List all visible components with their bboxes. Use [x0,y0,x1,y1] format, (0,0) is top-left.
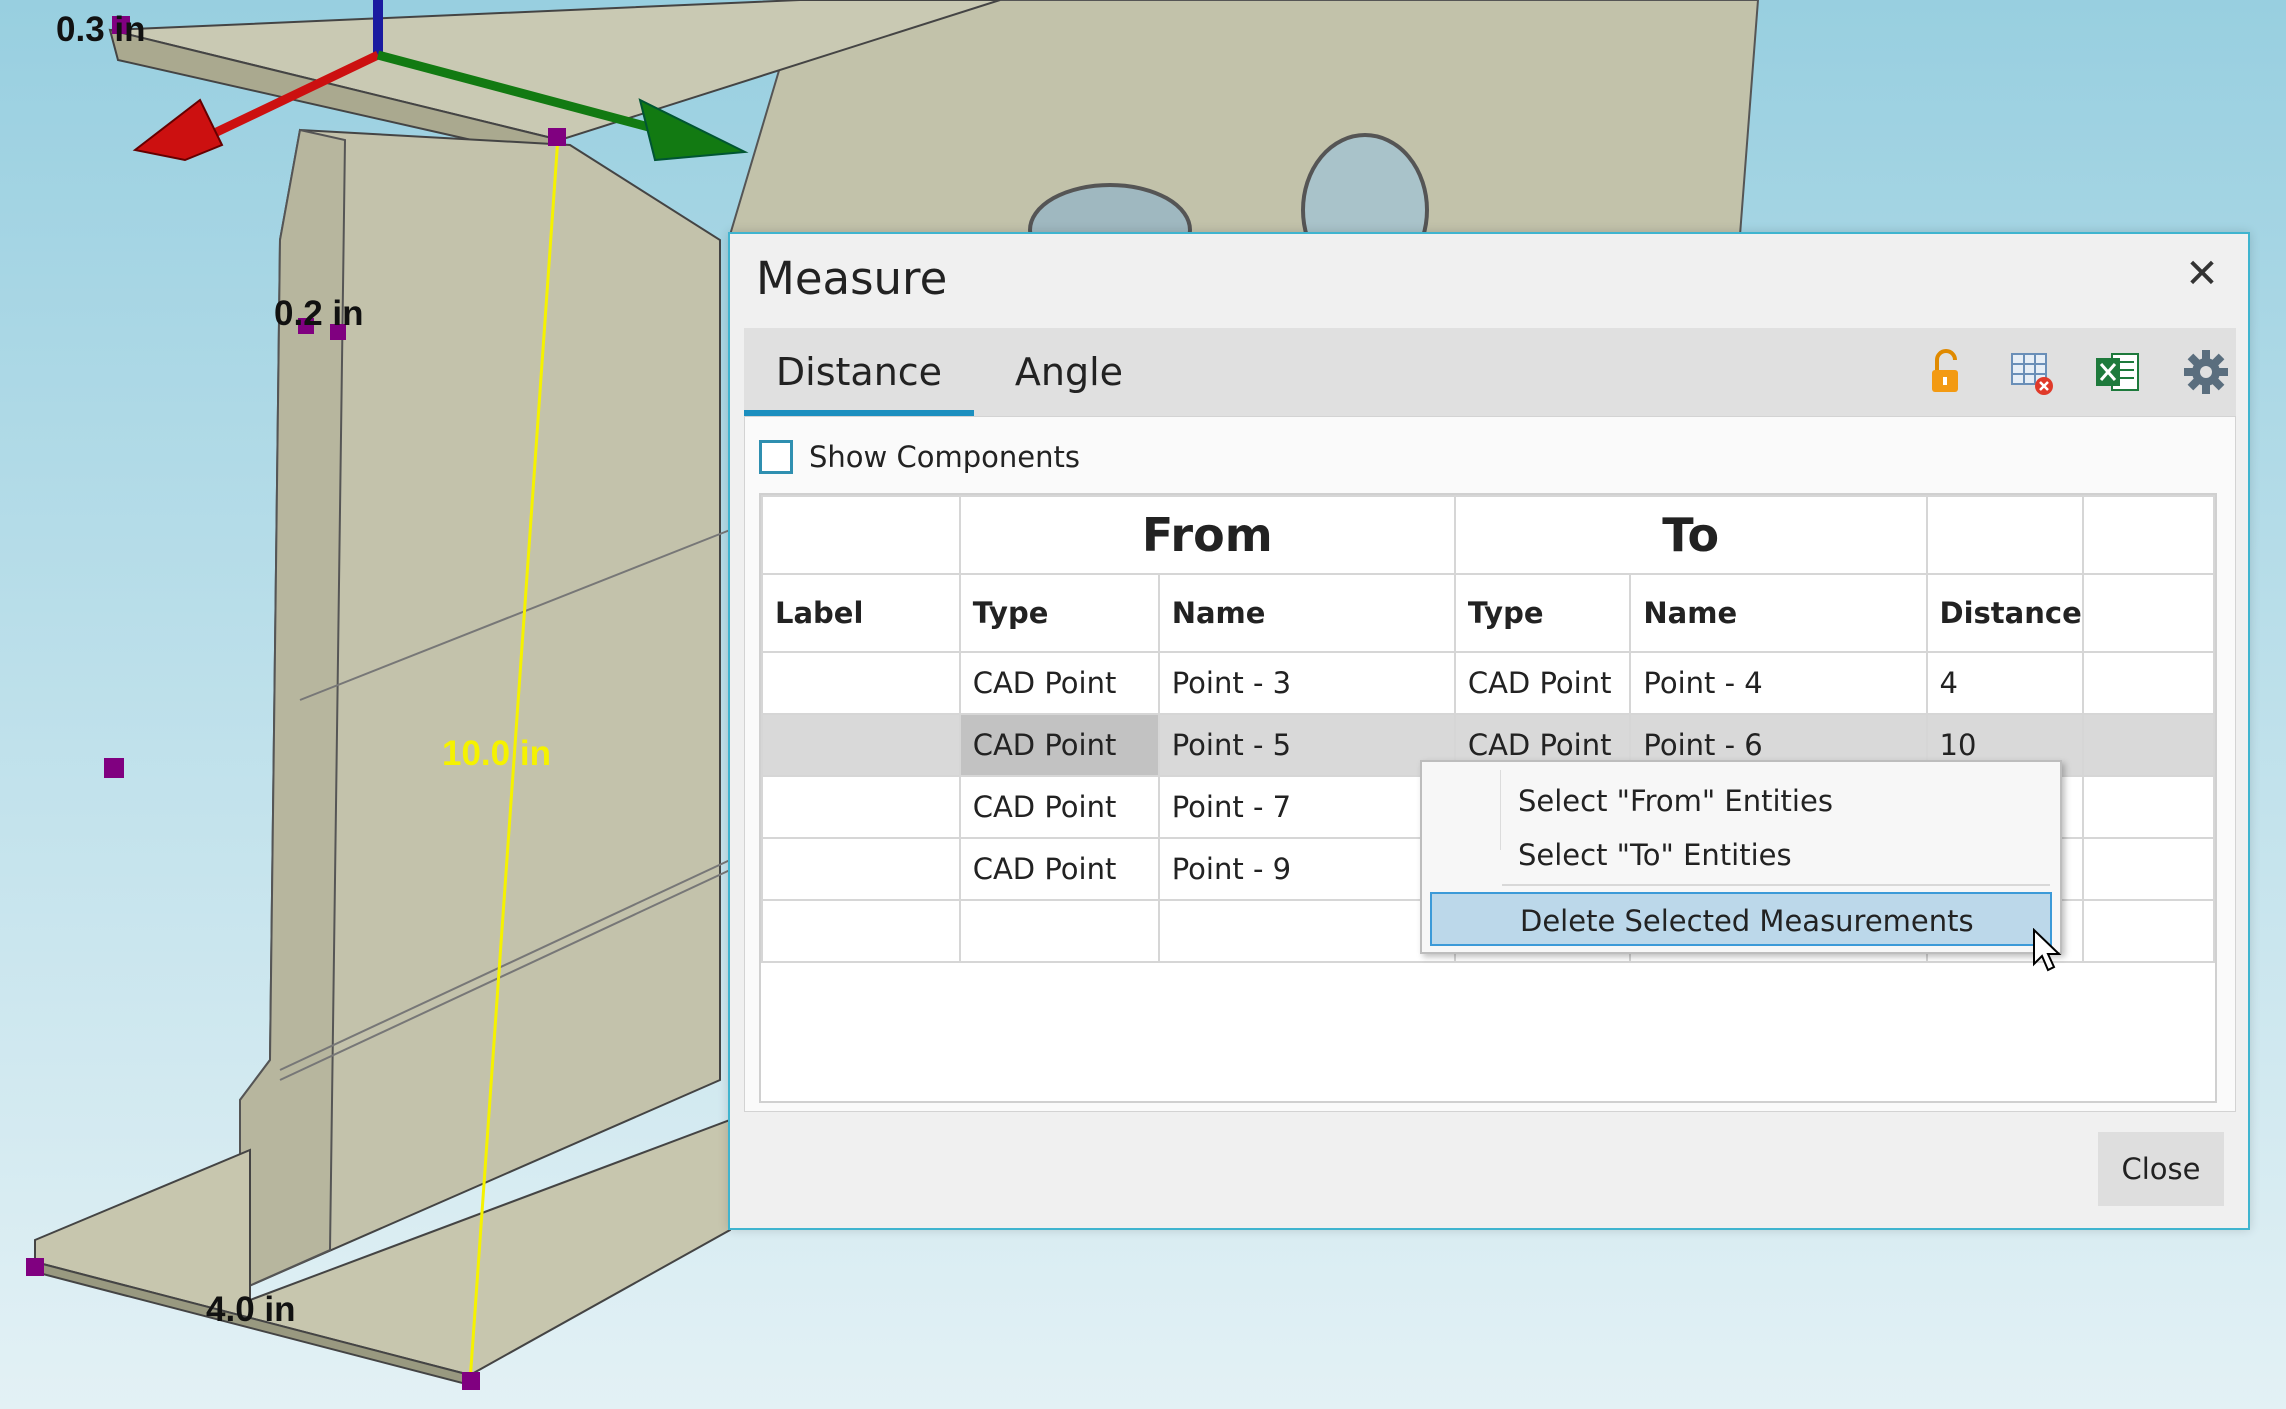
column-header-label[interactable]: Label [761,573,961,653]
table-row[interactable]: CAD Point Point - 3 CAD Point Point - 4 … [761,651,2216,715]
dimension-label-height: 10.0 in [442,734,551,773]
cell-from-name[interactable]: Point - 5 [1157,713,1456,777]
column-header-from-name[interactable]: Name [1157,573,1456,653]
measure-dialog: Measure ✕ Distance Angle Show Components… [728,232,2250,1230]
cell-label[interactable] [761,775,961,839]
excel-export-icon[interactable] [2092,346,2144,398]
group-header-row: From To [761,495,2216,575]
cell-distance[interactable]: 4 [1925,651,2084,715]
cell-from-name[interactable]: Point - 3 [1157,651,1456,715]
cell-from-type[interactable]: CAD Point [958,775,1160,839]
menu-item-delete-measurements[interactable]: Delete Selected Measurements [1430,892,2052,946]
cell-label[interactable] [761,713,961,777]
dimension-label-web-thickness: 0.2 in [274,294,364,333]
cell-blank[interactable] [2081,775,2216,839]
cell-from-name[interactable]: Point - 9 [1157,837,1456,901]
show-components-checkbox[interactable] [759,440,793,474]
cell-to-type[interactable]: CAD Point [1453,651,1632,715]
group-header-to: To [1453,495,1928,575]
menu-item-select-from[interactable]: Select "From" Entities [1430,774,2052,828]
cell-from-type[interactable]: CAD Point [958,713,1160,777]
cell-from-type[interactable]: CAD Point [958,837,1160,901]
dialog-title: Measure [756,252,948,305]
cell-label[interactable] [761,651,961,715]
tab-bar: Distance Angle [744,328,2236,416]
cell-empty[interactable] [2081,899,2216,963]
tab-angle[interactable]: Angle [984,328,1154,416]
close-icon[interactable]: ✕ [2182,254,2222,294]
cell-blank[interactable] [2081,713,2216,777]
column-header-to-type[interactable]: Type [1453,573,1632,653]
column-header-to-name[interactable]: Name [1629,573,1928,653]
menu-separator [1502,884,2050,886]
unlock-icon[interactable] [1920,346,1972,398]
gear-icon[interactable] [2180,346,2232,398]
mouse-pointer-icon [2033,928,2062,972]
tab-distance[interactable]: Distance [744,328,974,416]
cell-to-name[interactable]: Point - 4 [1629,651,1928,715]
close-button[interactable]: Close [2098,1132,2224,1206]
group-header-blank [1925,495,2084,575]
group-header-from: From [958,495,1456,575]
cell-empty[interactable] [1157,899,1456,963]
dimension-label-flange-thickness: 0.3 in [56,10,146,49]
column-header-from-type[interactable]: Type [958,573,1160,653]
menu-item-select-to[interactable]: Select "To" Entities [1430,828,2052,882]
group-header-blank [761,495,961,575]
column-header-distance[interactable]: Distance [1925,573,2084,653]
show-components-label: Show Components [809,440,1080,474]
column-header-row: Label Type Name Type Name Distance [761,573,2216,653]
cell-empty[interactable] [958,899,1160,963]
group-header-blank [2081,495,2216,575]
clear-table-icon[interactable] [2006,346,2058,398]
cell-empty[interactable] [761,899,961,963]
column-header-blank [2081,573,2216,653]
show-components-option[interactable]: Show Components [759,437,1080,477]
cell-from-type[interactable]: CAD Point [958,651,1160,715]
cell-blank[interactable] [2081,651,2216,715]
dimension-label-flange-width: 4.0 in [206,1290,296,1329]
context-menu: Select "From" Entities Select "To" Entit… [1420,760,2062,954]
cell-blank[interactable] [2081,837,2216,901]
cell-label[interactable] [761,837,961,901]
cell-from-name[interactable]: Point - 7 [1157,775,1456,839]
